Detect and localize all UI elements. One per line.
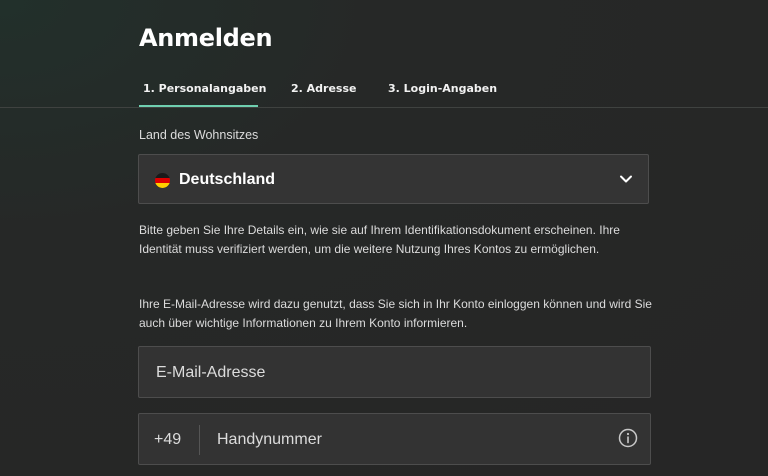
tab-login-angaben[interactable]: 3. Login-Angaben xyxy=(388,75,497,105)
phone-prefix[interactable]: +49 xyxy=(154,414,181,466)
identity-info-text: Bitte geben Sie Ihre Details ein, wie si… xyxy=(139,223,620,256)
tab-personalangaben[interactable]: 1. Personalangaben xyxy=(139,75,266,107)
chevron-down-icon xyxy=(620,175,632,183)
country-selected-value: Deutschland xyxy=(179,171,276,188)
germany-flag-icon xyxy=(155,173,170,188)
page-title: Anmelden xyxy=(139,24,273,52)
email-field[interactable] xyxy=(154,347,638,399)
email-info-text: Ihre E-Mail-Adresse wird dazu genutzt, d… xyxy=(139,297,652,330)
email-field-container xyxy=(138,346,651,399)
tab-adresse[interactable]: 2. Adresse xyxy=(291,75,357,105)
phone-field[interactable] xyxy=(215,414,609,466)
country-label: Land des Wohnsitzes xyxy=(139,128,259,142)
phone-field-container: +49 xyxy=(138,413,651,466)
step-tabs: 1. Personalangaben 2. Adresse 3. Login-A… xyxy=(0,75,768,108)
country-select[interactable]: Deutschland xyxy=(138,154,649,204)
phone-prefix-divider xyxy=(199,425,200,455)
info-icon[interactable] xyxy=(618,428,638,448)
